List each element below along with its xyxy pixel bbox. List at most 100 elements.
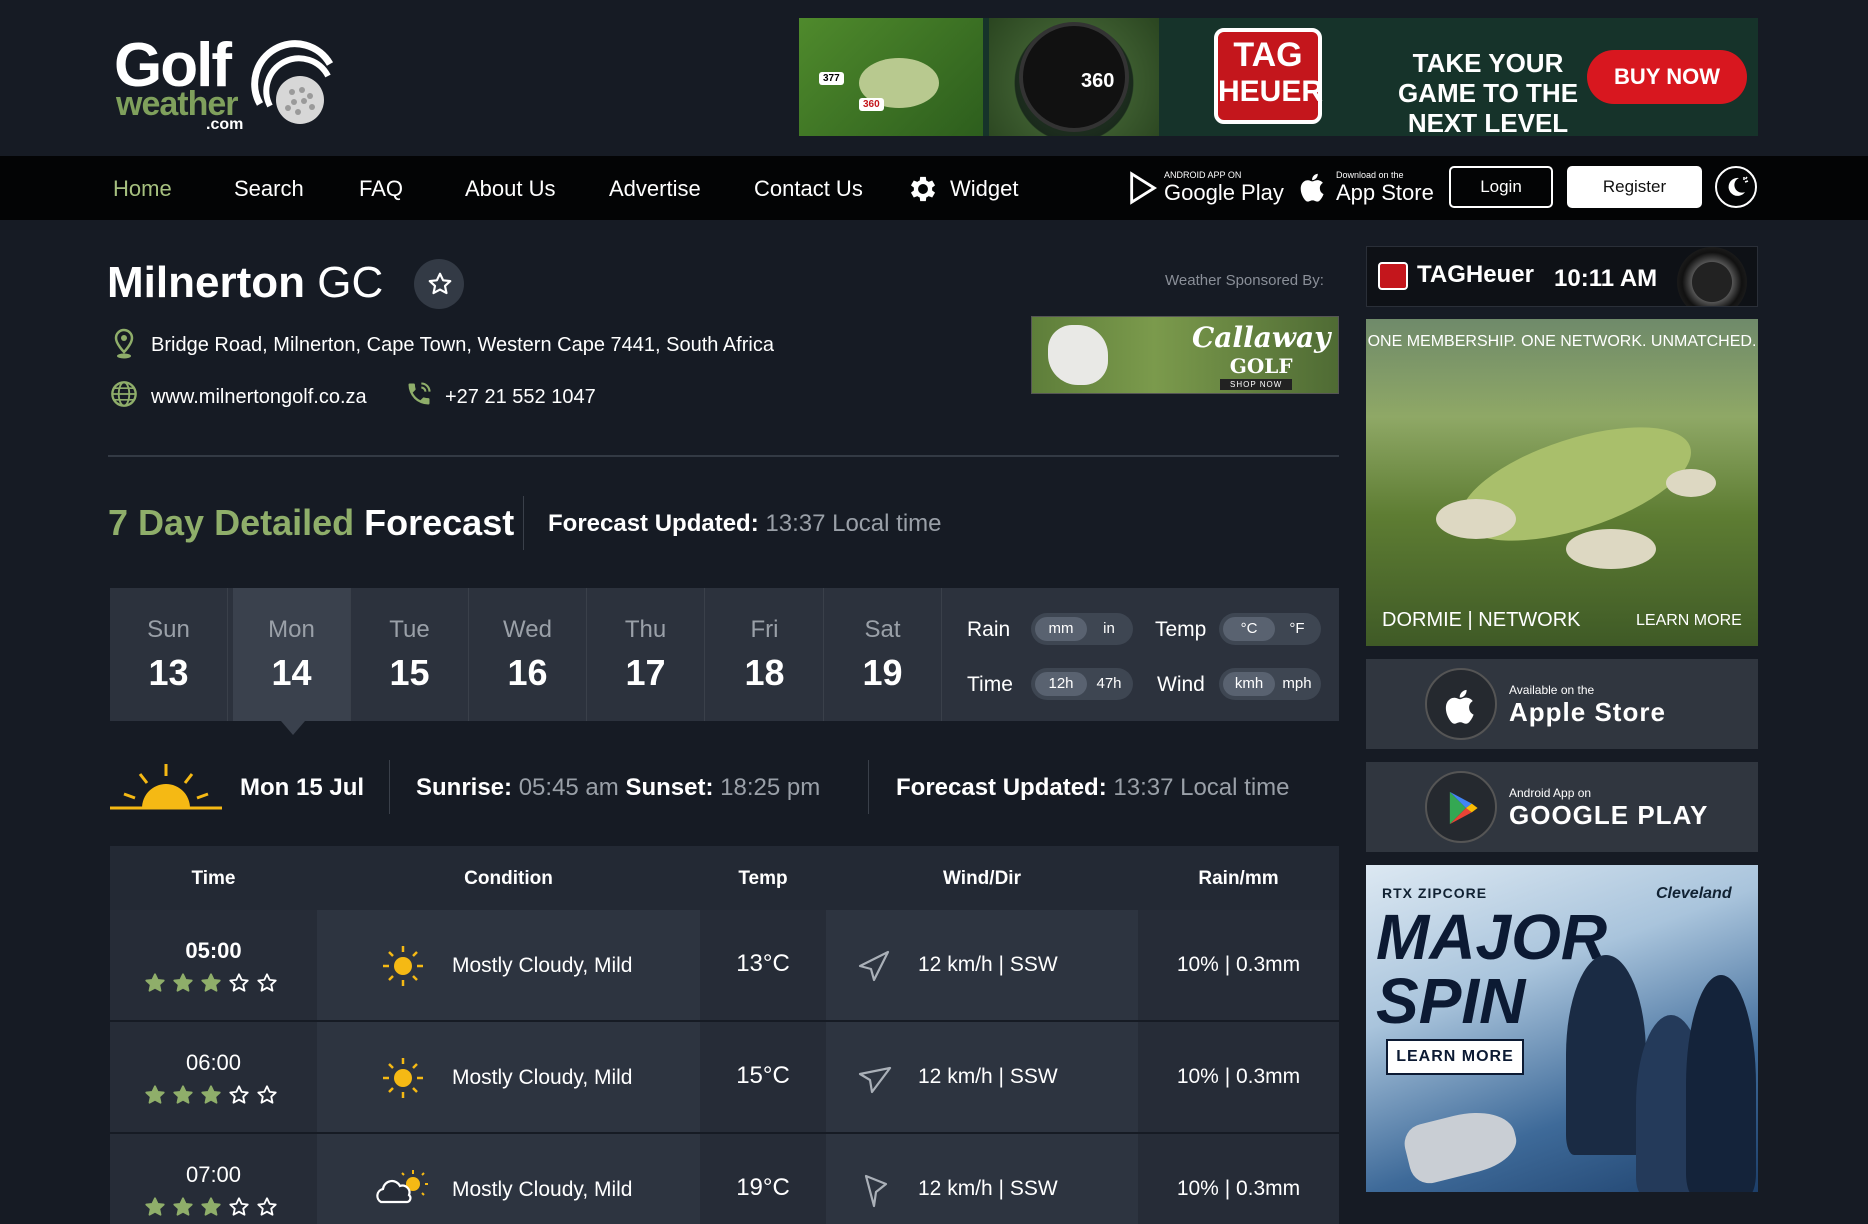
login-button[interactable]: Login — [1449, 166, 1553, 208]
star-filled-icon — [145, 1197, 165, 1216]
buy-now-button[interactable]: BUY NOW — [1587, 50, 1747, 104]
dormie-network-ad[interactable]: ONE MEMBERSHIP. ONE NETWORK. UNMATCHED. … — [1366, 319, 1758, 646]
google-play-icon-circle — [1425, 771, 1497, 843]
table-row[interactable]: 07:00 Mostly Cloudy, Mild 19°C 12 km/h |… — [110, 1134, 1339, 1224]
dormie-learn-more[interactable]: LEARN MORE — [1636, 612, 1742, 630]
star-filled-icon — [201, 973, 221, 992]
map-pin-icon — [114, 328, 134, 359]
rain-unit-in[interactable]: in — [1089, 617, 1129, 641]
dormie-headline: ONE MEMBERSHIP. ONE NETWORK. UNMATCHED. — [1367, 333, 1757, 350]
bunker-shape — [1666, 469, 1716, 497]
table-row[interactable]: 05:00 Mostly Cloudy, Mild 13°C 12 km/h |… — [110, 910, 1339, 1020]
yardage-marker: 360 — [859, 98, 884, 111]
day-tab[interactable]: Wed 16 — [469, 588, 587, 721]
rtx-zipcore-label: RTX ZIPCORE — [1382, 885, 1488, 901]
day-tab[interactable]: Fri 18 — [706, 588, 824, 721]
course-map-image: 377 360 — [799, 18, 983, 136]
selected-day-pointer — [281, 721, 305, 735]
nav-contact-us[interactable]: Contact Us — [754, 176, 863, 202]
wind-cell: 12 km/h | SSW — [826, 1022, 1138, 1132]
app-store-big: App Store — [1336, 180, 1434, 205]
day-tab[interactable]: Tue 15 — [351, 588, 469, 721]
nav-widget[interactable]: Widget — [950, 176, 1018, 202]
wind-unit-kmh[interactable]: kmh — [1223, 672, 1275, 696]
table-row[interactable]: 06:00 Mostly Cloudy, Mild 15°C 12 km/h |… — [110, 1022, 1339, 1132]
temp-unit-toggle[interactable]: °C °F — [1219, 613, 1321, 645]
day-date: 13 — [148, 652, 189, 693]
course-contact: www.milnertongolf.co.za +27 21 552 1047 — [108, 380, 708, 410]
wind-unit-toggle[interactable]: kmh mph — [1219, 668, 1321, 700]
row-time: 05:00 — [185, 938, 242, 963]
day-tab[interactable]: Sun 13 — [110, 588, 228, 721]
section-divider — [108, 455, 1339, 457]
time-unit-toggle[interactable]: 12h 47h — [1031, 668, 1133, 700]
temp-unit-c[interactable]: °C — [1223, 617, 1275, 641]
course-name: Milnerton — [107, 258, 305, 307]
cleveland-golf-ad[interactable]: RTX ZIPCORE Cleveland MAJOR SPIN LEARN M… — [1366, 865, 1758, 1192]
google-play-icon — [1449, 791, 1478, 825]
day-name: Thu — [624, 616, 667, 643]
star-outline-icon — [428, 272, 452, 295]
row-rain: 10% | 0.3mm — [1176, 1177, 1301, 1200]
star-outline-icon — [229, 1085, 249, 1104]
glove-image — [1048, 325, 1108, 385]
sunrise-info: Sunrise: 05:45 am Sunset: 18:25 pm — [416, 774, 820, 802]
tag-heuer-clock-ad[interactable]: TAGHeuer 10:11 AM — [1366, 246, 1758, 307]
forecast-updated: Forecast Updated: 13:37 Local time — [548, 510, 941, 538]
day-tab[interactable]: Thu 17 — [587, 588, 705, 721]
nav-faq[interactable]: FAQ — [359, 176, 403, 202]
sunset-label: Sunset: — [625, 774, 714, 801]
rain-unit-mm[interactable]: mm — [1035, 617, 1087, 641]
theme-toggle-button[interactable] — [1715, 166, 1757, 208]
day-tab[interactable]: Sat 19 — [824, 588, 942, 721]
rain-unit-label: Rain — [967, 618, 1011, 641]
app-store-badge[interactable]: Download on the App Store — [1300, 168, 1440, 208]
temp-unit-f[interactable]: °F — [1277, 617, 1317, 641]
time-unit-47h[interactable]: 47h — [1089, 672, 1129, 696]
google-play-card[interactable]: Android App on GOOGLE PLAY — [1366, 762, 1758, 852]
day-tab-selected[interactable]: Mon 14 — [233, 588, 351, 735]
rain-unit-toggle[interactable]: mm in — [1031, 613, 1133, 645]
dormie-logo: DORMIE | NETWORK — [1382, 609, 1581, 631]
golfweather-logo[interactable]: Golf weather .com — [114, 30, 354, 135]
player-image — [1686, 975, 1756, 1192]
wedge-image — [1400, 1102, 1522, 1188]
golf-rating-stars — [144, 972, 284, 996]
time-cell: 06:00 — [110, 1022, 317, 1132]
clock-time: 10:11 AM — [1554, 265, 1658, 292]
selected-date: Mon 15 Jul — [240, 774, 365, 801]
wind-unit-label: Wind — [1157, 673, 1205, 696]
day-name: Tue — [389, 616, 430, 643]
wind-cell: 12 km/h | SSW — [826, 910, 1138, 1020]
website-link[interactable]: www.milnertongolf.co.za — [151, 386, 367, 409]
vertical-divider — [389, 760, 390, 814]
nav-search[interactable]: Search — [234, 176, 304, 202]
apple-store-card[interactable]: Available on the Apple Store — [1366, 659, 1758, 749]
nav-advertise[interactable]: Advertise — [609, 176, 701, 202]
bunker-shape — [1566, 529, 1656, 569]
register-button[interactable]: Register — [1567, 166, 1702, 208]
wind-unit-mph[interactable]: mph — [1277, 672, 1317, 696]
favourite-button[interactable] — [414, 259, 464, 309]
day-updated-label: Forecast Updated: — [896, 774, 1107, 801]
gear-icon[interactable] — [906, 172, 940, 206]
callaway-logo-golf: GOLF — [1229, 354, 1293, 378]
tag-heuer-banner-ad[interactable]: 377 360 360 TAG HEUER TAKE YOUR GAME TO … — [799, 18, 1758, 136]
wind-cell: 12 km/h | SSW — [826, 1134, 1138, 1224]
star-filled-icon — [145, 1085, 165, 1104]
callaway-sponsor-ad[interactable]: Callaway GOLF SHOP NOW — [1031, 316, 1339, 394]
day-date: 16 — [507, 652, 548, 693]
day-date: 18 — [744, 652, 785, 693]
phone-link[interactable]: +27 21 552 1047 — [445, 386, 596, 409]
course-suffix: GC — [317, 258, 384, 307]
sunrise-value: 05:45 am — [518, 774, 619, 801]
time-unit-12h[interactable]: 12h — [1035, 672, 1087, 696]
golf-ball-icon — [251, 40, 334, 124]
nav-home[interactable]: Home — [113, 176, 172, 202]
main-nav: Home Search FAQ About Us Advertise Conta… — [0, 156, 1868, 220]
nav-about-us[interactable]: About Us — [465, 176, 556, 202]
column-header-temp: Temp — [738, 868, 788, 889]
day-forecast-updated: Forecast Updated: 13:37 Local time — [896, 774, 1289, 802]
google-play-badge[interactable]: ANDROID APP ON Google Play — [1126, 168, 1284, 208]
cleveland-learn-more[interactable]: LEARN MORE — [1386, 1039, 1524, 1075]
